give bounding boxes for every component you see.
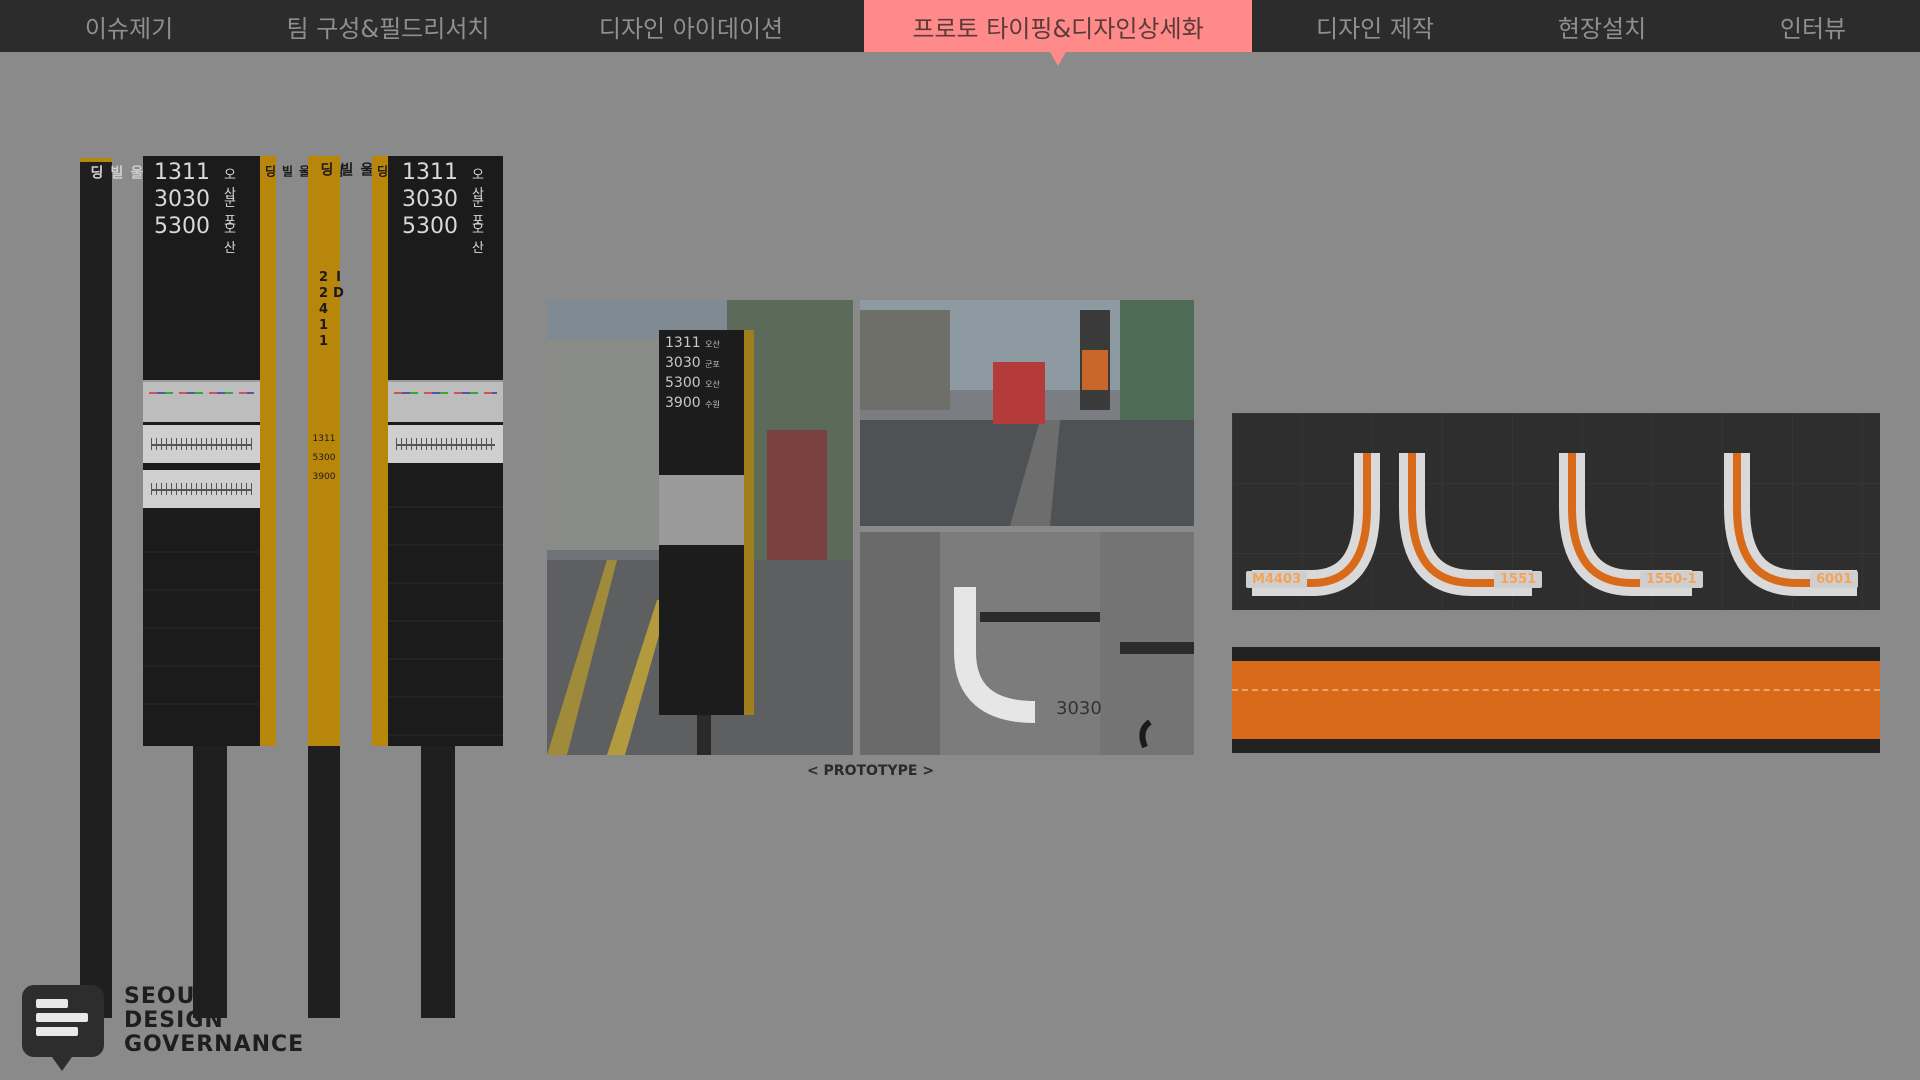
photo-route-list: 1311 오산 3030 군포 5300 오산 3900 수원: [665, 334, 720, 414]
logo-mark-icon: [22, 985, 104, 1071]
route-destination: 수원: [705, 400, 720, 409]
photo-floor-mark: 3030: [860, 532, 1194, 755]
logo-line: DESIGN: [124, 1008, 224, 1033]
logo-bar: [36, 999, 68, 1008]
tab-issue[interactable]: 이슈제기: [0, 0, 258, 52]
tab-ideation[interactable]: 디자인 아이데이션: [518, 0, 864, 52]
stop-id-vertical: ID 22411: [316, 270, 346, 350]
tab-label: 팀 구성&필드리서치: [286, 14, 490, 43]
route-number: 5300: [154, 214, 210, 239]
route-number: 5300: [665, 375, 701, 391]
sign-pole: [193, 746, 227, 1018]
small-route: 3900: [312, 472, 336, 482]
tab-interview[interactable]: 인터뷰: [1706, 0, 1920, 52]
sign-pole: [80, 158, 112, 1018]
tab-label: 디자인 아이데이션: [598, 14, 784, 43]
stripe-dashed-line: [1232, 689, 1880, 691]
route-row: 5300 오산: [154, 214, 236, 256]
sign-yellow-strip: [260, 156, 276, 746]
seoul-design-governance-logo: SEOUL DESIGN GOVERNANCE: [22, 985, 304, 1071]
route-number: 1311: [154, 160, 210, 185]
logo-line: GOVERNANCE: [124, 1032, 305, 1057]
floor-arrows-illustration: [1252, 453, 1857, 596]
route-destination: 오산: [705, 340, 720, 349]
small-route: 1311: [312, 434, 336, 444]
tab-label: 현장설치: [1557, 14, 1647, 43]
logo-text: SEOUL DESIGN GOVERNANCE: [124, 985, 304, 1057]
photo-bus-stop: [860, 300, 1194, 526]
floor-route-label: 6001: [1810, 571, 1859, 588]
floor-mark-illustration: [860, 532, 1194, 755]
floor-arrow-panel: M4403 1551 1550-1 6001: [1232, 413, 1880, 610]
sign-empty-rows: [143, 515, 260, 740]
tab-label: 프로토 타이핑&디자인상세화: [912, 14, 1204, 43]
route-timeline: [388, 425, 503, 463]
route-destination: 오산: [705, 380, 720, 389]
route-row: 5300 오산: [402, 214, 484, 256]
route-number: 3030: [154, 187, 210, 212]
route-map-strip: [143, 380, 260, 422]
logo-bar: [36, 1013, 88, 1022]
route-number: 1311: [665, 335, 701, 351]
top-navigation: 이슈제기 팀 구성&필드리서치 디자인 아이데이션 프로토 타이핑&디자인상세화…: [0, 0, 1920, 52]
small-route-list: 1311 5300 3900: [309, 430, 339, 487]
route-number: 3030: [665, 355, 701, 371]
route-number: 5300: [402, 214, 458, 239]
floor-route-label: M4403: [1246, 571, 1308, 588]
tab-prototyping[interactable]: 프로토 타이핑&디자인상세화: [864, 0, 1252, 52]
sign-empty-rows: [388, 470, 503, 740]
floor-stripe: [1232, 647, 1880, 753]
sign-pole: [308, 746, 340, 1018]
tab-label: 디자인 제작: [1315, 14, 1435, 43]
small-route: 5300: [312, 453, 336, 463]
photo-route-row: 3030 군포: [665, 354, 720, 374]
floor-route-label: 1551: [1494, 571, 1543, 588]
photo-route-row: 3900 수원: [665, 394, 720, 414]
floor-route-label: 1550-1: [1640, 571, 1703, 588]
route-number: 3900: [665, 395, 701, 411]
route-map-strip: [388, 380, 503, 422]
tab-production[interactable]: 디자인 제작: [1252, 0, 1498, 52]
tab-installation[interactable]: 현장설치: [1498, 0, 1706, 52]
floor-mark-label: 3030: [1056, 698, 1102, 719]
logo-line: SEOUL: [124, 984, 211, 1009]
stripe-orange-band: [1232, 661, 1880, 739]
photo-route-row: 5300 오산: [665, 374, 720, 394]
tab-label: 이슈제기: [84, 14, 174, 43]
sign-top-cap: [80, 158, 112, 162]
tab-label: 인터뷰: [1779, 14, 1847, 43]
photo-street-sign: 1311 오산 3030 군포 5300 오산 3900 수원: [547, 300, 853, 755]
photo-route-row: 1311 오산: [665, 334, 720, 354]
prototype-caption: < PROTOTYPE >: [806, 763, 935, 779]
tab-team-research[interactable]: 팀 구성&필드리서치: [258, 0, 518, 52]
route-timeline: [143, 470, 260, 508]
route-destination: 오산: [472, 222, 484, 256]
logo-bar: [36, 1027, 78, 1036]
route-number: 3030: [402, 187, 458, 212]
sign-yellow-strip: [372, 156, 388, 746]
route-destination: 오산: [224, 222, 236, 256]
route-destination: 군포: [705, 360, 720, 369]
route-number: 1311: [402, 160, 458, 185]
route-timeline: [143, 425, 260, 463]
bus-stop-illustration: [860, 300, 1194, 526]
sign-pole: [421, 746, 455, 1018]
